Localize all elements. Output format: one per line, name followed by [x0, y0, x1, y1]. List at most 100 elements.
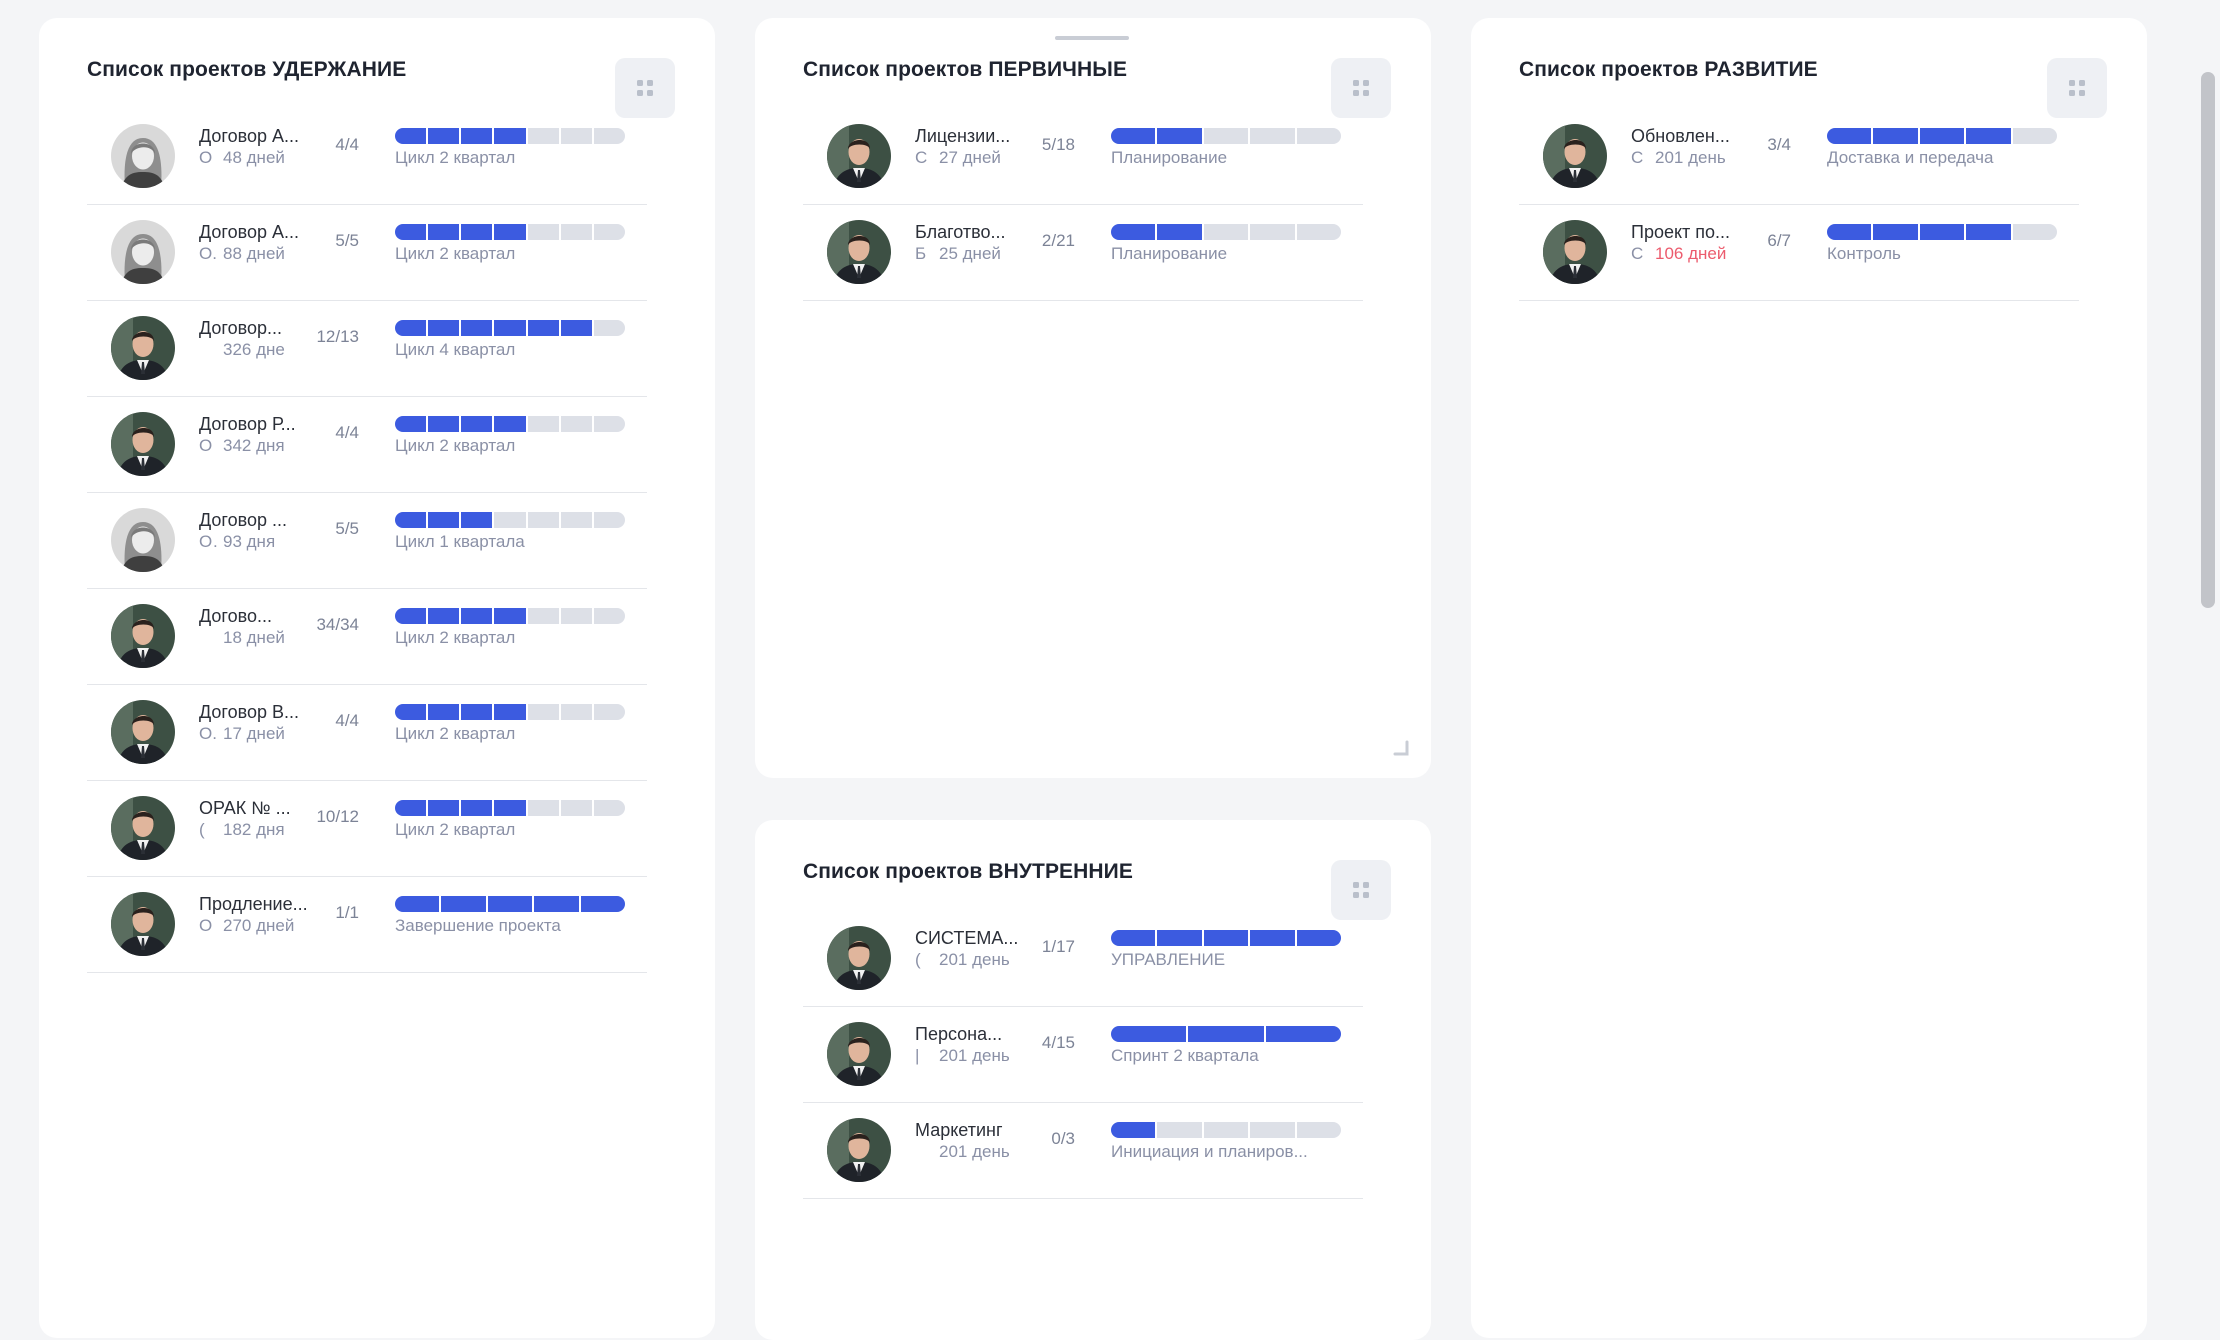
project-stage: Цикл 4 квартал: [395, 340, 516, 359]
progress-segment-todo: [527, 224, 559, 240]
panel-development: Список проектов РАЗВИТИЕ Обновлен... С 2…: [1471, 18, 2147, 1338]
project-stage: Контроль: [1827, 244, 1901, 263]
project-days: 342 дня: [223, 436, 285, 455]
grid-icon: [1353, 882, 1369, 898]
project-stage: Цикл 2 квартал: [395, 628, 516, 647]
progress-segment-done: [494, 704, 526, 720]
task-count: 5/18: [1041, 135, 1075, 154]
project-row[interactable]: Договор В... О. 17 дней 4/4 Цикл 2 кварт…: [87, 685, 647, 781]
project-owner: О.: [199, 724, 217, 743]
progress-segment-done: [494, 608, 526, 624]
progress-segment-todo: [593, 512, 625, 528]
progress-segment-todo: [560, 128, 592, 144]
progress-segment-todo: [1250, 128, 1295, 144]
project-owner: |: [915, 1046, 920, 1065]
progress-bar: [395, 320, 625, 336]
project-row[interactable]: Договор Р... О 342 дня 4/4 Цикл 2 кварта…: [87, 397, 647, 493]
project-meta: О. 88 дней: [199, 243, 319, 265]
drag-handle[interactable]: [1055, 36, 1129, 40]
progress-segment-todo: [593, 704, 625, 720]
progress-segment-done: [1157, 930, 1202, 946]
project-meta: О 48 дней: [199, 147, 319, 169]
progress-bar: [1111, 128, 1341, 144]
progress-segment-done: [461, 128, 493, 144]
progress-bar: [395, 416, 625, 432]
progress-segment-done: [1296, 930, 1341, 946]
scrollbar-thumb[interactable]: [2201, 72, 2215, 608]
progress-segment-todo: [1203, 1122, 1249, 1138]
progress-segment-todo: [1157, 1122, 1202, 1138]
progress-bar: [1827, 224, 2057, 240]
project-days: 93 дня: [223, 532, 276, 551]
project-row[interactable]: Благотво... Б 25 дней 2/21 Планирование: [803, 205, 1363, 301]
project-title: Проект по...: [1631, 222, 1731, 242]
project-row[interactable]: ОРАК № ... ( 182 дня 10/12 Цикл 2 кварта…: [87, 781, 647, 877]
project-title: Договор В...: [199, 702, 299, 722]
page-scrollbar[interactable]: [2196, 0, 2220, 1319]
progress-segment-done: [1919, 224, 1965, 240]
avatar: [111, 412, 175, 476]
project-row[interactable]: Договор... 326 дне 12/13 Цикл 4 квартал: [87, 301, 647, 397]
task-count: 1/1: [335, 903, 359, 922]
progress-segment-done: [395, 320, 427, 336]
project-stage: УПРАВЛЕНИЕ: [1111, 950, 1226, 969]
project-stage: Доставка и передача: [1827, 148, 1994, 167]
progress-segment-done: [395, 608, 427, 624]
project-title: Лицензии...: [915, 126, 1011, 146]
progress-segment-todo: [560, 800, 592, 816]
task-count: 3/4: [1767, 135, 1791, 154]
progress-segment-done: [441, 896, 486, 912]
grid-icon: [1353, 80, 1369, 96]
progress-segment-done: [1203, 930, 1249, 946]
project-stage: Цикл 1 квартала: [395, 532, 525, 551]
project-stage: Цикл 2 квартал: [395, 244, 516, 263]
progress-bar: [1827, 128, 2057, 144]
progress-bar: [1111, 930, 1341, 946]
project-stage: Цикл 2 квартал: [395, 436, 516, 455]
progress-segment-done: [428, 128, 460, 144]
progress-segment-done: [494, 416, 526, 432]
project-row[interactable]: Лицензии... С 27 дней 5/18 Планирование: [803, 109, 1363, 205]
project-row[interactable]: Продление... О 270 дней 1/1 Завершение п…: [87, 877, 647, 973]
project-row[interactable]: Договор А... О 48 дней 4/4 Цикл 2 кварта…: [87, 109, 647, 205]
project-days: 270 дней: [223, 916, 295, 935]
project-row[interactable]: Догово... 18 дней 34/34 Цикл 2 квартал: [87, 589, 647, 685]
project-days: 201 день: [939, 1046, 1010, 1065]
panel-title: Список проектов РАЗВИТИЕ: [1519, 58, 1818, 81]
project-row[interactable]: Договор А... О. 88 дней 5/5 Цикл 2 кварт…: [87, 205, 647, 301]
project-owner: О.: [199, 244, 217, 263]
project-days: 17 дней: [223, 724, 285, 743]
task-count: 34/34: [316, 615, 359, 634]
progress-segment-done: [461, 512, 493, 528]
project-stage: Спринт 2 квартала: [1111, 1046, 1259, 1065]
progress-segment-done: [1111, 1122, 1156, 1138]
task-count: 4/4: [335, 711, 359, 730]
project-days: 201 день: [939, 950, 1010, 969]
progress-segment-todo: [560, 608, 592, 624]
project-row[interactable]: Персона... | 201 день 4/15 Спринт 2 квар…: [803, 1007, 1363, 1103]
project-list: Договор А... О 48 дней 4/4 Цикл 2 кварта…: [87, 109, 647, 973]
project-row[interactable]: Маркетинг 201 день 0/3 Инициация и плани…: [803, 1103, 1363, 1199]
project-stage: Завершение проекта: [395, 916, 561, 935]
project-meta: ( 182 дня: [199, 819, 319, 841]
project-title: ОРАК № ...: [199, 798, 291, 818]
progress-bar: [395, 224, 625, 240]
resize-handle-icon[interactable]: [1393, 740, 1409, 756]
avatar: [111, 700, 175, 764]
progress-segment-todo: [560, 512, 592, 528]
project-days-overdue: 106 дней: [1655, 244, 1727, 263]
project-row[interactable]: СИСТЕМА... ( 201 день 1/17 УПРАВЛЕНИЕ: [803, 911, 1363, 1007]
project-row[interactable]: Обновлен... С 201 день 3/4 Доставка и пе…: [1519, 109, 2079, 205]
project-row[interactable]: Договор ... О... 93 дня 5/5 Цикл 1 кварт…: [87, 493, 647, 589]
project-meta: 201 день: [915, 1141, 1035, 1163]
progress-segment-done: [1111, 930, 1156, 946]
progress-segment-done: [461, 800, 493, 816]
project-owner: О...: [199, 532, 219, 551]
progress-segment-todo: [2012, 128, 2057, 144]
project-list: Обновлен... С 201 день 3/4 Доставка и пе…: [1519, 109, 2079, 301]
project-stage: Планирование: [1111, 244, 1228, 263]
progress-segment-done: [428, 416, 460, 432]
project-title: Договор А...: [199, 222, 299, 242]
project-row[interactable]: Проект по... С 106 дней 6/7 Контроль: [1519, 205, 2079, 301]
task-count: 6/7: [1767, 231, 1791, 250]
